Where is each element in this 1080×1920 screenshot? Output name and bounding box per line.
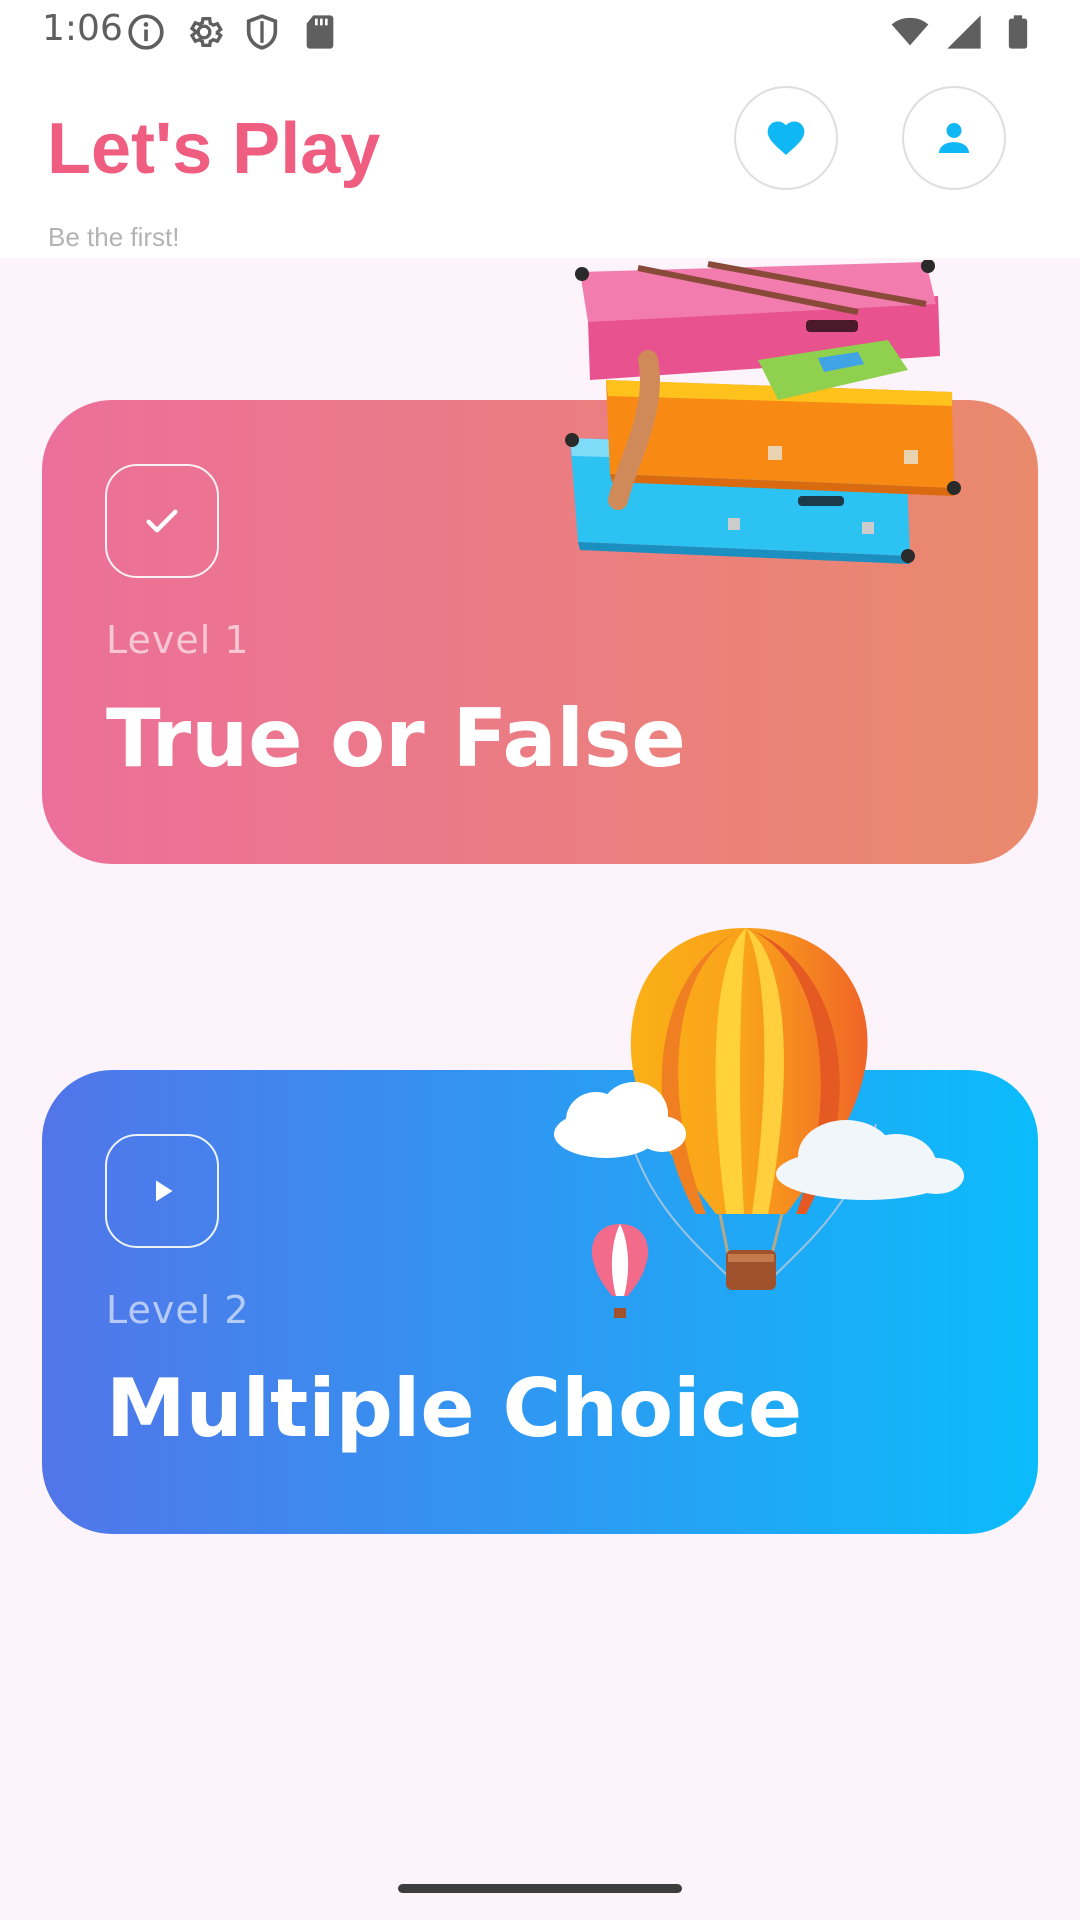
check-icon (146, 509, 178, 533)
person-icon (939, 123, 969, 153)
card-title: True or False (106, 692, 686, 785)
sd-card-icon (306, 15, 334, 49)
card-level-label: Level 1 (106, 618, 250, 662)
status-bar: 1:06 (0, 0, 1080, 60)
level-card-multiple-choice[interactable]: Level 2 Multiple Choice (42, 928, 1038, 1534)
shield-icon (246, 14, 278, 50)
play-icon (156, 1180, 173, 1202)
suitcases-illustration (565, 260, 961, 564)
gear-icon (189, 17, 223, 47)
heart-icon (767, 121, 805, 156)
favorites-button[interactable] (734, 86, 838, 190)
card-icon-box (105, 464, 219, 578)
page-subtitle: Be the first! (48, 222, 180, 252)
status-icons-left (126, 12, 340, 52)
info-icon (128, 14, 164, 50)
status-icons-right (890, 12, 1038, 52)
card-icon-box (105, 1134, 219, 1248)
card-title: Multiple Choice (106, 1362, 803, 1455)
home-indicator[interactable] (398, 1884, 682, 1893)
status-time: 1:06 (42, 8, 123, 49)
app-header: Let's Play Be the first! (0, 60, 1080, 258)
card-level-label: Level 2 (106, 1288, 250, 1332)
profile-button[interactable] (902, 86, 1006, 190)
wifi-icon (891, 17, 929, 46)
cell-signal-icon (947, 15, 981, 49)
battery-icon (1008, 15, 1028, 49)
level-card-true-or-false[interactable]: Level 1 True or False (42, 260, 1038, 864)
hot-air-balloon-illustration (554, 928, 964, 1318)
page-title: Let's Play (47, 109, 381, 189)
